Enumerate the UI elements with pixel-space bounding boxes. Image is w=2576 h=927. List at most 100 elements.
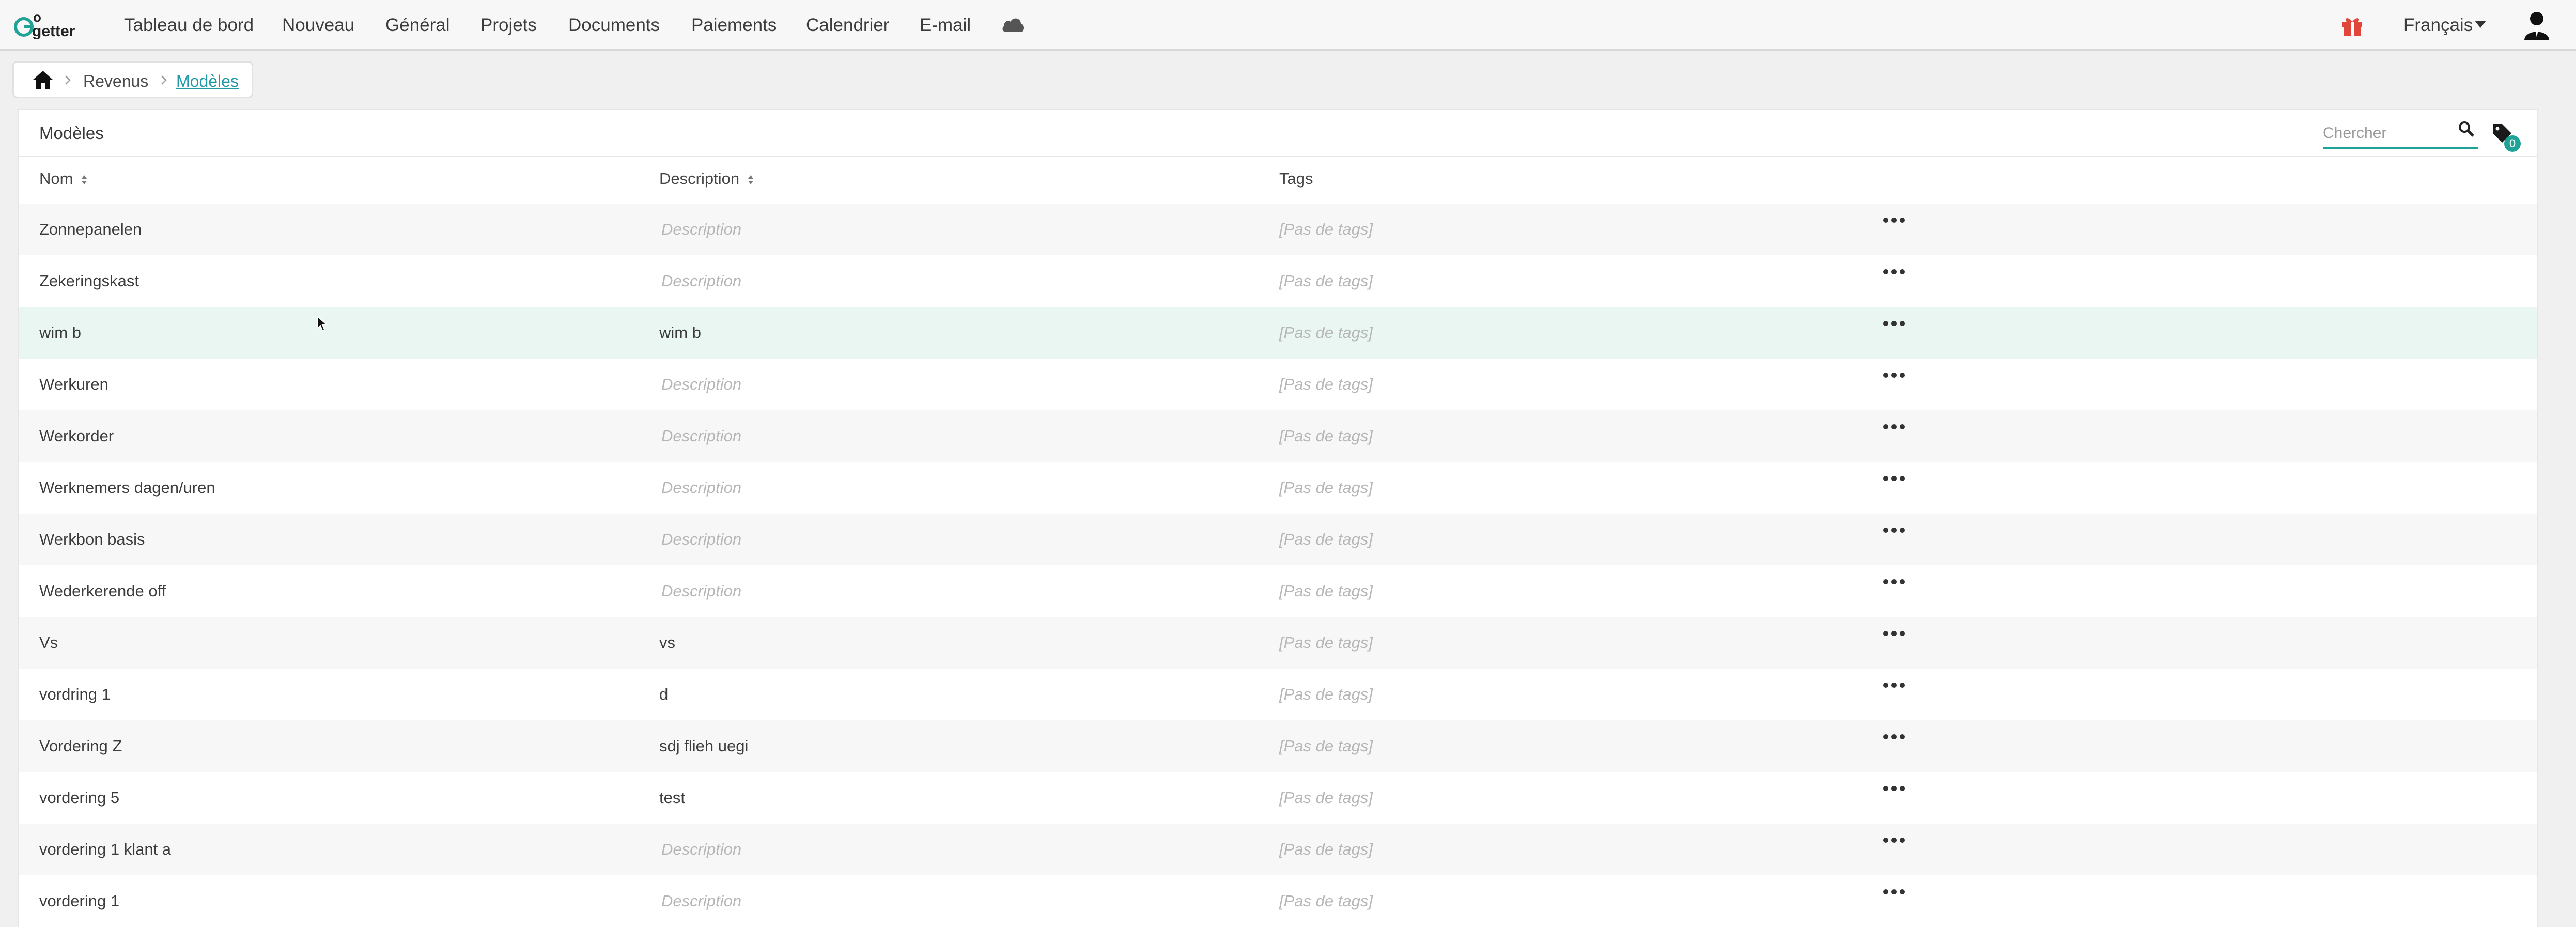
nav-projets[interactable]: Projets — [480, 12, 537, 38]
template-name[interactable]: Zekeringskast — [39, 271, 139, 291]
more-horizontal-icon[interactable] — [1882, 577, 1906, 587]
cloud-icon[interactable] — [1000, 14, 1026, 35]
template-name[interactable]: Werknemers dagen/uren — [39, 477, 215, 498]
more-horizontal-icon[interactable] — [1882, 422, 1906, 432]
table-row[interactable]: Werkuren Description [Pas de tags] — [19, 359, 2537, 410]
tags-placeholder[interactable]: [Pas de tags] — [1279, 477, 1373, 498]
tags-placeholder[interactable]: [Pas de tags] — [1279, 581, 1373, 601]
tags-placeholder[interactable]: [Pas de tags] — [1279, 219, 1373, 240]
description-placeholder[interactable]: Description — [661, 581, 741, 601]
more-horizontal-icon[interactable] — [1882, 628, 1906, 639]
table-row[interactable]: vordering 1 Description [Pas de tags] — [19, 875, 2537, 927]
table-row[interactable]: Werknemers dagen/uren Description [Pas de … — [19, 462, 2537, 514]
template-name[interactable]: vordering 1 — [39, 891, 119, 911]
template-name[interactable]: vordring 1 — [39, 684, 111, 705]
description-placeholder[interactable]: Description — [661, 426, 741, 446]
template-description[interactable]: test — [659, 787, 685, 808]
table-row[interactable]: vordring 1 d [Pas de tags] — [19, 669, 2537, 720]
nav-paiements[interactable]: Paiements — [691, 12, 777, 38]
tags-placeholder[interactable]: [Pas de tags] — [1279, 736, 1373, 756]
description-placeholder[interactable]: Description — [661, 271, 741, 291]
table-row[interactable]: Werkorder Description [Pas de tags] — [19, 410, 2537, 462]
nav-tableau-de-bord[interactable]: Tableau de bord — [124, 12, 254, 38]
tags-placeholder[interactable]: [Pas de tags] — [1279, 891, 1373, 911]
description-placeholder[interactable]: Description — [661, 477, 741, 498]
more-horizontal-icon[interactable] — [1882, 473, 1906, 484]
chevron-right-icon — [161, 75, 167, 85]
column-header-tags: Tags — [1279, 167, 1313, 190]
home-icon[interactable] — [32, 70, 54, 90]
more-horizontal-icon[interactable] — [1882, 215, 1906, 225]
description-placeholder[interactable]: Description — [661, 529, 741, 550]
table-row[interactable]: vordering 5 test [Pas de tags] — [19, 772, 2537, 824]
table-row[interactable]: Werkbon basis Description [Pas de tags] — [19, 514, 2537, 565]
tags-placeholder[interactable]: [Pas de tags] — [1279, 426, 1373, 446]
column-header-nom[interactable]: Nom — [39, 167, 88, 190]
search-input[interactable] — [2323, 122, 2447, 145]
tags-placeholder[interactable]: [Pas de tags] — [1279, 374, 1373, 395]
templates-panel: Modèles 0 Nom Description Tags Zonnepane… — [18, 109, 2538, 927]
chevron-down-icon[interactable] — [2475, 21, 2486, 29]
template-name[interactable]: Werkorder — [39, 426, 114, 446]
table-row[interactable]: Wederkerende off Description [Pas de tags] — [19, 565, 2537, 617]
tag-filter-button[interactable]: 0 — [2491, 122, 2521, 153]
nav-documents[interactable]: Documents — [568, 12, 660, 38]
table-row[interactable]: Zekeringskast Description [Pas de tags] — [19, 255, 2537, 307]
tags-placeholder[interactable]: [Pas de tags] — [1279, 271, 1373, 291]
more-horizontal-icon[interactable] — [1882, 783, 1906, 794]
table-row[interactable]: wim b wim b [Pas de tags] — [19, 307, 2537, 359]
template-name[interactable]: vordering 5 — [39, 787, 119, 808]
more-horizontal-icon[interactable] — [1882, 370, 1906, 380]
tags-placeholder[interactable]: [Pas de tags] — [1279, 632, 1373, 653]
more-horizontal-icon[interactable] — [1882, 732, 1906, 742]
breadcrumb: Revenus Modèles — [12, 61, 253, 98]
nav-calendrier[interactable]: Calendrier — [806, 12, 889, 38]
tags-placeholder[interactable]: [Pas de tags] — [1279, 787, 1373, 808]
search-box — [2323, 120, 2478, 149]
template-name[interactable]: Werkuren — [39, 374, 108, 395]
template-name[interactable]: Wederkerende off — [39, 581, 166, 601]
panel-title: Modèles — [39, 123, 104, 143]
table-row[interactable]: vordering 1 klant a Description [Pas de ta… — [19, 824, 2537, 875]
description-placeholder[interactable]: Description — [661, 839, 741, 860]
table-row[interactable]: Vs vs [Pas de tags] — [19, 617, 2537, 669]
tags-placeholder[interactable]: [Pas de tags] — [1279, 529, 1373, 550]
template-name[interactable]: Werkbon basis — [39, 529, 145, 550]
gift-icon[interactable] — [2340, 13, 2364, 37]
template-description[interactable]: sdj flieh uegi — [659, 736, 748, 756]
template-description[interactable]: d — [659, 684, 668, 705]
breadcrumb-modeles[interactable]: Modèles — [176, 71, 239, 91]
user-icon[interactable] — [2523, 10, 2550, 40]
nav-nouveau[interactable]: Nouveau — [282, 12, 354, 38]
template-name[interactable]: Zonnepanelen — [39, 219, 142, 240]
more-horizontal-icon[interactable] — [1882, 680, 1906, 690]
more-horizontal-icon[interactable] — [1882, 318, 1906, 329]
template-name[interactable]: Vordering Z — [39, 736, 122, 756]
template-description[interactable]: wim b — [659, 322, 701, 343]
tags-placeholder[interactable]: [Pas de tags] — [1279, 839, 1373, 860]
top-navbar: o getter Tableau de bord Nouveau Général… — [0, 0, 2576, 51]
more-horizontal-icon[interactable] — [1882, 525, 1906, 535]
search-icon[interactable] — [2457, 120, 2476, 138]
description-placeholder[interactable]: Description — [661, 374, 741, 395]
table-row[interactable]: Zonnepanelen Description [Pas de tags] — [19, 204, 2537, 255]
breadcrumb-revenus[interactable]: Revenus — [83, 71, 148, 91]
more-horizontal-icon[interactable] — [1882, 887, 1906, 897]
language-selector[interactable]: Français — [2403, 12, 2473, 38]
description-placeholder[interactable]: Description — [661, 891, 741, 911]
more-horizontal-icon[interactable] — [1882, 835, 1906, 845]
more-horizontal-icon[interactable] — [1882, 267, 1906, 277]
sort-icon — [82, 175, 87, 184]
column-header-description[interactable]: Description — [659, 167, 754, 190]
template-name[interactable]: Vs — [39, 632, 58, 653]
template-description[interactable]: vs — [659, 632, 675, 653]
nav-email[interactable]: E-mail — [920, 12, 971, 38]
description-placeholder[interactable]: Description — [661, 219, 741, 240]
template-name[interactable]: wim b — [39, 322, 81, 343]
gogetter-logo[interactable]: o getter — [13, 8, 92, 40]
tags-placeholder[interactable]: [Pas de tags] — [1279, 322, 1373, 343]
tags-placeholder[interactable]: [Pas de tags] — [1279, 684, 1373, 705]
template-name[interactable]: vordering 1 klant a — [39, 839, 171, 860]
nav-general[interactable]: Général — [385, 12, 450, 38]
table-row[interactable]: Vordering Z sdj flieh uegi [Pas de tags] — [19, 720, 2537, 772]
